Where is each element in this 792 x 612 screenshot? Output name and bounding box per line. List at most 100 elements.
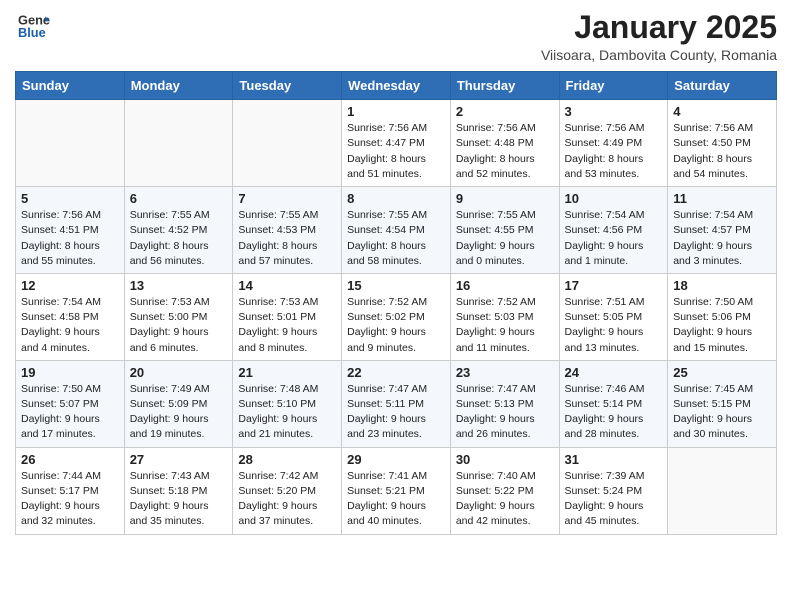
calendar-cell: 23 Sunrise: 7:47 AMSunset: 5:13 PMDayligh… <box>450 360 559 447</box>
calendar-cell: 20Sunrise: 7:49 AMSunset: 5:09 PMDayligh… <box>124 360 233 447</box>
calendar-cell: 18 Sunrise: 7:50 AMSunset: 5:06 PMDayligh… <box>668 273 777 360</box>
day-number: 23 <box>456 365 554 380</box>
day-number: 22 <box>347 365 445 380</box>
day-info: Sunrise: 7:52 AMSunset: 5:03 PMDaylight:… <box>456 295 554 356</box>
day-info: Sunrise: 7:41 AMSunset: 5:21 PMDaylight:… <box>347 469 445 530</box>
day-info: Sunrise: 7:51 AMSunset: 5:05 PMDaylight:… <box>565 295 663 356</box>
calendar-cell: 7Sunrise: 7:55 AMSunset: 4:53 PMDaylight… <box>233 187 342 274</box>
week-row-2: 5 Sunrise: 7:56 AMSunset: 4:51 PMDaylight… <box>16 187 777 274</box>
week-row-1: 1 Sunrise: 7:56 AMSunset: 4:47 PMDaylight… <box>16 100 777 187</box>
calendar-cell: 1 Sunrise: 7:56 AMSunset: 4:47 PMDaylight… <box>342 100 451 187</box>
day-info: Sunrise: 7:53 AMSunset: 5:01 PMDaylight:… <box>238 295 336 356</box>
calendar-cell: 12Sunrise: 7:54 AMSunset: 4:58 PMDayligh… <box>16 273 125 360</box>
day-info: Sunrise: 7:52 AMSunset: 5:02 PMDaylight:… <box>347 295 445 356</box>
svg-text:Blue: Blue <box>18 25 46 40</box>
calendar-cell: 15 Sunrise: 7:52 AMSunset: 5:02 PMDayligh… <box>342 273 451 360</box>
calendar-cell: 5 Sunrise: 7:56 AMSunset: 4:51 PMDaylight… <box>16 187 125 274</box>
day-number: 6 <box>130 191 228 206</box>
day-number: 18 <box>673 278 771 293</box>
day-info: Sunrise: 7:42 AMSunset: 5:20 PMDaylight:… <box>238 469 336 530</box>
day-info: Sunrise: 7:56 AMSunset: 4:51 PMDaylight:… <box>21 208 119 269</box>
day-number: 15 <box>347 278 445 293</box>
logo: General Blue <box>15 10 50 47</box>
day-number: 17 <box>565 278 663 293</box>
calendar-cell: 28 Sunrise: 7:42 AMSunset: 5:20 PMDayligh… <box>233 447 342 534</box>
day-number: 8 <box>347 191 445 206</box>
day-number: 30 <box>456 452 554 467</box>
day-number: 9 <box>456 191 554 206</box>
day-number: 12 <box>21 278 119 293</box>
day-info: Sunrise: 7:47 AMSunset: 5:11 PMDaylight:… <box>347 382 445 443</box>
day-number: 14 <box>238 278 336 293</box>
day-number: 16 <box>456 278 554 293</box>
calendar-cell: 24 Sunrise: 7:46 AMSunset: 5:14 PMDayligh… <box>559 360 668 447</box>
day-number: 5 <box>21 191 119 206</box>
weekday-header-friday: Friday <box>559 72 668 100</box>
calendar-cell: 16 Sunrise: 7:52 AMSunset: 5:03 PMDayligh… <box>450 273 559 360</box>
week-row-4: 19Sunrise: 7:50 AMSunset: 5:07 PMDayligh… <box>16 360 777 447</box>
calendar-cell: 27 Sunrise: 7:43 AMSunset: 5:18 PMDayligh… <box>124 447 233 534</box>
month-title: January 2025 <box>541 10 777 45</box>
day-info: Sunrise: 7:47 AMSunset: 5:13 PMDaylight:… <box>456 382 554 443</box>
day-number: 20 <box>130 365 228 380</box>
calendar-cell: 13Sunrise: 7:53 AMSunset: 5:00 PMDayligh… <box>124 273 233 360</box>
weekday-header-row: SundayMondayTuesdayWednesdayThursdayFrid… <box>16 72 777 100</box>
calendar-cell: 3 Sunrise: 7:56 AMSunset: 4:49 PMDaylight… <box>559 100 668 187</box>
calendar-cell: 10Sunrise: 7:54 AMSunset: 4:56 PMDayligh… <box>559 187 668 274</box>
day-number: 2 <box>456 104 554 119</box>
weekday-header-monday: Monday <box>124 72 233 100</box>
calendar-cell: 21 Sunrise: 7:48 AMSunset: 5:10 PMDayligh… <box>233 360 342 447</box>
header: General Blue January 2025 Viisoara, Damb… <box>15 10 777 63</box>
day-info: Sunrise: 7:46 AMSunset: 5:14 PMDaylight:… <box>565 382 663 443</box>
day-number: 7 <box>238 191 336 206</box>
week-row-3: 12Sunrise: 7:54 AMSunset: 4:58 PMDayligh… <box>16 273 777 360</box>
calendar-cell: 9 Sunrise: 7:55 AMSunset: 4:55 PMDaylight… <box>450 187 559 274</box>
day-info: Sunrise: 7:45 AMSunset: 5:15 PMDaylight:… <box>673 382 771 443</box>
day-info: Sunrise: 7:54 AMSunset: 4:56 PMDaylight:… <box>565 208 663 269</box>
day-number: 25 <box>673 365 771 380</box>
weekday-header-thursday: Thursday <box>450 72 559 100</box>
calendar-cell: 26Sunrise: 7:44 AMSunset: 5:17 PMDayligh… <box>16 447 125 534</box>
day-number: 3 <box>565 104 663 119</box>
day-info: Sunrise: 7:48 AMSunset: 5:10 PMDaylight:… <box>238 382 336 443</box>
day-info: Sunrise: 7:39 AMSunset: 5:24 PMDaylight:… <box>565 469 663 530</box>
calendar: SundayMondayTuesdayWednesdayThursdayFrid… <box>15 71 777 534</box>
week-row-5: 26Sunrise: 7:44 AMSunset: 5:17 PMDayligh… <box>16 447 777 534</box>
day-number: 1 <box>347 104 445 119</box>
calendar-cell: 19Sunrise: 7:50 AMSunset: 5:07 PMDayligh… <box>16 360 125 447</box>
weekday-header-tuesday: Tuesday <box>233 72 342 100</box>
day-number: 26 <box>21 452 119 467</box>
calendar-cell: 6 Sunrise: 7:55 AMSunset: 4:52 PMDaylight… <box>124 187 233 274</box>
day-info: Sunrise: 7:55 AMSunset: 4:52 PMDaylight:… <box>130 208 228 269</box>
day-number: 21 <box>238 365 336 380</box>
day-info: Sunrise: 7:56 AMSunset: 4:49 PMDaylight:… <box>565 121 663 182</box>
day-number: 29 <box>347 452 445 467</box>
calendar-cell: 17 Sunrise: 7:51 AMSunset: 5:05 PMDayligh… <box>559 273 668 360</box>
weekday-header-saturday: Saturday <box>668 72 777 100</box>
day-number: 24 <box>565 365 663 380</box>
calendar-cell: 31 Sunrise: 7:39 AMSunset: 5:24 PMDayligh… <box>559 447 668 534</box>
calendar-cell <box>124 100 233 187</box>
calendar-cell: 25 Sunrise: 7:45 AMSunset: 5:15 PMDayligh… <box>668 360 777 447</box>
day-info: Sunrise: 7:43 AMSunset: 5:18 PMDaylight:… <box>130 469 228 530</box>
day-number: 19 <box>21 365 119 380</box>
page: General Blue January 2025 Viisoara, Damb… <box>0 0 792 550</box>
calendar-cell: 14 Sunrise: 7:53 AMSunset: 5:01 PMDayligh… <box>233 273 342 360</box>
day-number: 28 <box>238 452 336 467</box>
calendar-cell: 4Sunrise: 7:56 AMSunset: 4:50 PMDaylight… <box>668 100 777 187</box>
day-info: Sunrise: 7:55 AMSunset: 4:54 PMDaylight:… <box>347 208 445 269</box>
day-number: 11 <box>673 191 771 206</box>
day-number: 13 <box>130 278 228 293</box>
weekday-header-sunday: Sunday <box>16 72 125 100</box>
day-info: Sunrise: 7:40 AMSunset: 5:22 PMDaylight:… <box>456 469 554 530</box>
day-info: Sunrise: 7:50 AMSunset: 5:06 PMDaylight:… <box>673 295 771 356</box>
calendar-cell: 8 Sunrise: 7:55 AMSunset: 4:54 PMDaylight… <box>342 187 451 274</box>
day-number: 27 <box>130 452 228 467</box>
calendar-cell: 22 Sunrise: 7:47 AMSunset: 5:11 PMDayligh… <box>342 360 451 447</box>
day-number: 31 <box>565 452 663 467</box>
location: Viisoara, Dambovita County, Romania <box>541 47 777 63</box>
day-info: Sunrise: 7:54 AMSunset: 4:57 PMDaylight:… <box>673 208 771 269</box>
day-info: Sunrise: 7:55 AMSunset: 4:55 PMDaylight:… <box>456 208 554 269</box>
day-info: Sunrise: 7:56 AMSunset: 4:47 PMDaylight:… <box>347 121 445 182</box>
day-info: Sunrise: 7:56 AMSunset: 4:48 PMDaylight:… <box>456 121 554 182</box>
